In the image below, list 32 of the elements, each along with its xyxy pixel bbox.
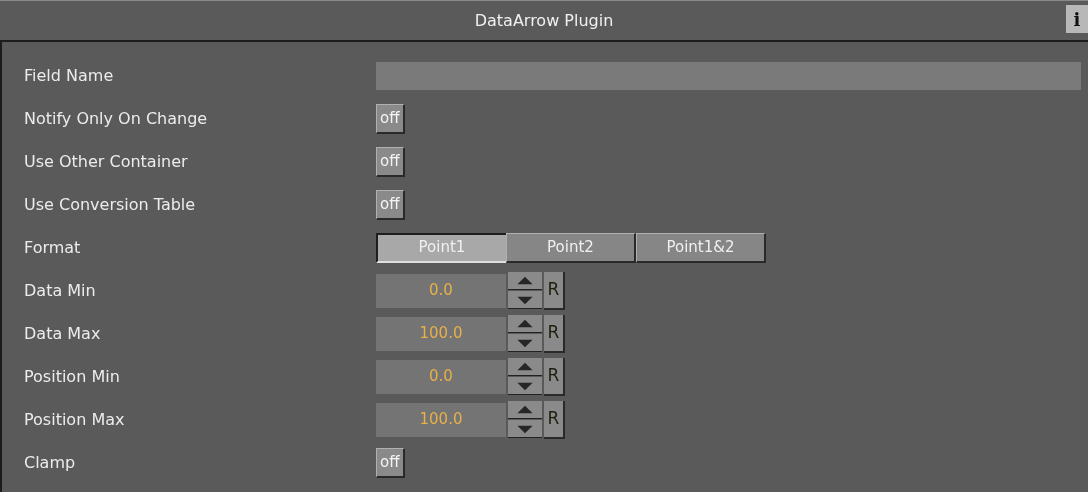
toggle-button[interactable]: off — [376, 189, 405, 220]
format-tab[interactable]: Point1&2 — [636, 232, 766, 263]
field-label: Format — [24, 236, 82, 259]
reset-button[interactable]: R — [544, 271, 565, 310]
spinner-button[interactable] — [508, 314, 542, 353]
info-button[interactable]: i — [1066, 5, 1088, 33]
field-label: Clamp — [24, 451, 77, 474]
field-label: Position Min — [24, 365, 121, 388]
toggle-button[interactable]: off — [376, 103, 405, 134]
field-label: Notify Only On Change — [24, 107, 209, 130]
number-field[interactable]: 0.0 — [376, 359, 506, 394]
field-name-input[interactable] — [376, 61, 1081, 90]
format-tab[interactable]: Point2 — [506, 232, 636, 263]
reset-button[interactable]: R — [544, 314, 565, 353]
number-field[interactable]: 100.0 — [376, 402, 506, 437]
field-label: Use Conversion Table — [24, 193, 197, 216]
field-label: Position Max — [24, 408, 126, 431]
spinner-button[interactable] — [508, 400, 542, 439]
number-field[interactable]: 0.0 — [376, 273, 506, 308]
spinner-button[interactable] — [508, 271, 542, 310]
toggle-button[interactable]: off — [376, 447, 405, 478]
field-label: Use Other Container — [24, 150, 189, 173]
window-title: DataArrow Plugin — [474, 9, 614, 32]
spinner-button[interactable] — [508, 357, 542, 396]
toggle-button[interactable]: off — [376, 146, 405, 177]
field-label: Data Min — [24, 279, 97, 302]
reset-button[interactable]: R — [544, 400, 565, 439]
number-field[interactable]: 100.0 — [376, 316, 506, 351]
reset-button[interactable]: R — [544, 357, 565, 396]
format-tab[interactable]: Point1 — [376, 232, 506, 263]
field-label: Data Max — [24, 322, 102, 345]
field-label: Field Name — [24, 64, 115, 87]
